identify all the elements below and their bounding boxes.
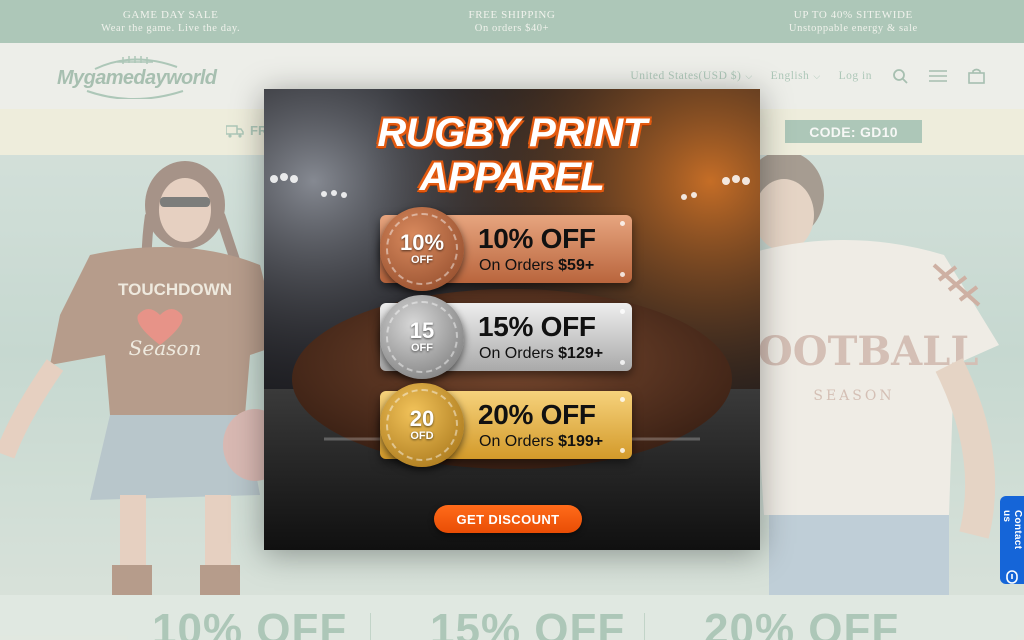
modal-title-line1: RUGBY PRINT [377,111,647,155]
tier-headline: 15% OFF [478,311,596,342]
tier-condition-prefix: On Orders [479,345,559,362]
rivet [620,272,625,277]
tier-condition: On Orders $59+ [479,257,594,275]
medal-gold: 20 OFD [380,383,464,467]
tier-condition-amount: $59+ [558,257,595,274]
rivet [620,397,625,402]
rivet [620,360,625,365]
tier-condition: On Orders $199+ [479,433,603,451]
chat-icon [1006,570,1018,584]
rivet [620,221,625,226]
medal-silver: 15 OFF [380,295,464,379]
tier-condition-amount: $199+ [558,433,604,450]
contact-us-tab[interactable]: Contact us [1000,496,1024,584]
tier-condition: On Orders $129+ [479,345,603,363]
tier-condition-amount: $129+ [558,345,604,362]
discount-popup: RUGBY PRINT APPAREL 10% OFF On Orders $5… [264,89,760,550]
modal-title-line2: APPAREL [419,155,605,199]
medal-ring [386,301,458,373]
tier-headline: 10% OFF [478,223,596,254]
tier-condition-prefix: On Orders [479,257,559,274]
get-discount-button[interactable]: GET DISCOUNT [434,505,582,533]
tier-condition-prefix: On Orders [479,433,559,450]
contact-us-label: Contact us [1001,510,1023,550]
medal-ring [386,389,458,461]
tier-headline: 20% OFF [478,399,596,430]
medal-bronze: 10% OFF [380,207,464,291]
medal-ring [386,213,458,285]
rivet [620,448,625,453]
rivet [620,309,625,314]
